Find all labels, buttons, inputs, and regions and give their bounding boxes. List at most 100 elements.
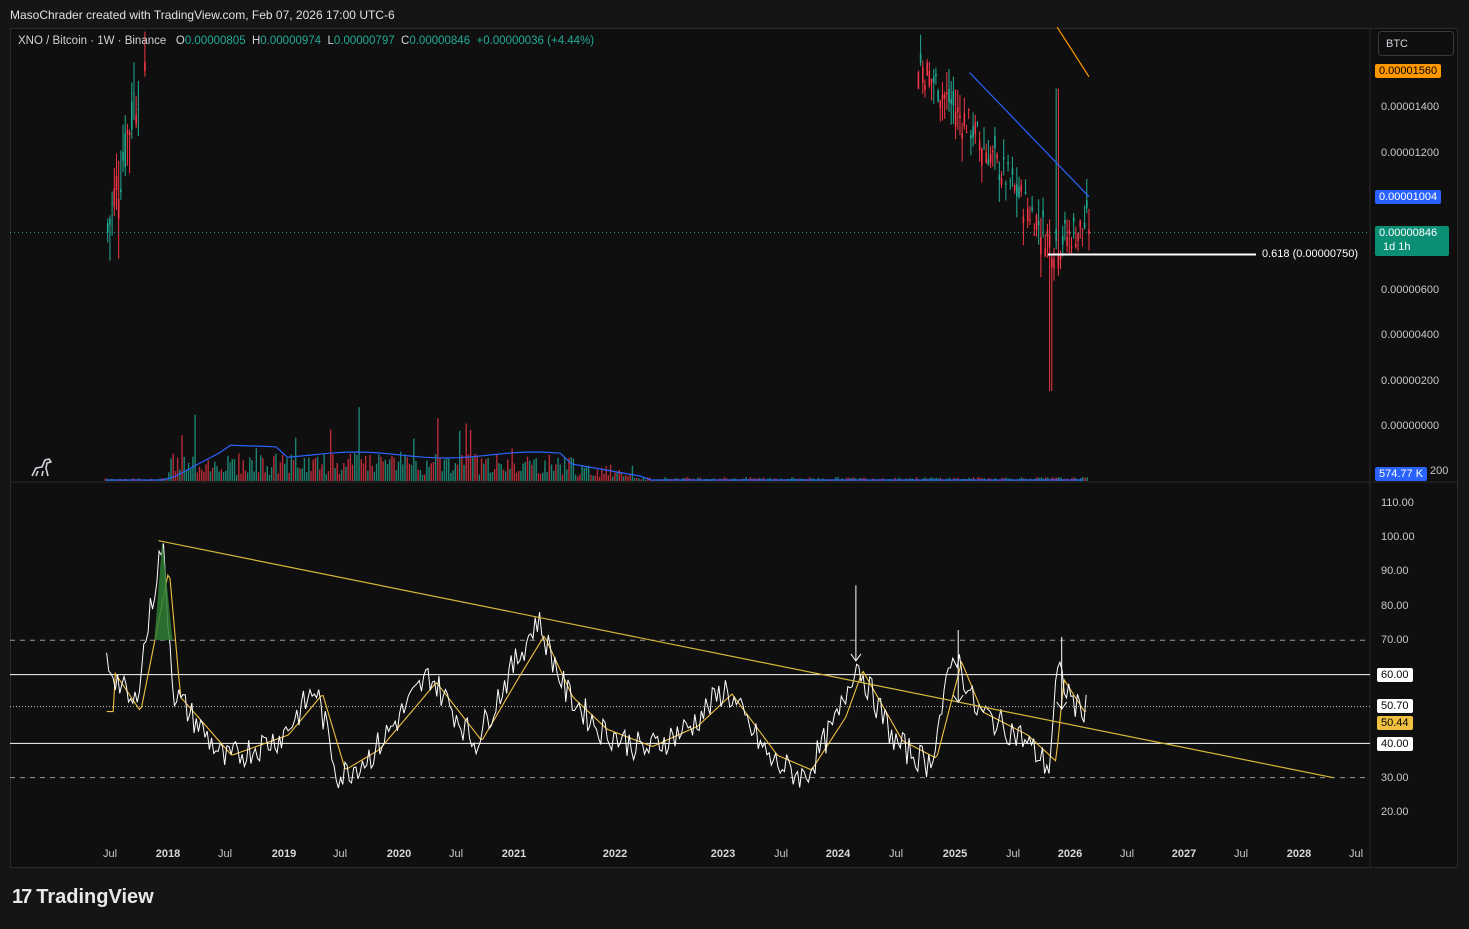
volume-bar <box>294 437 297 481</box>
volume-bar <box>198 466 201 481</box>
price-candle-body <box>976 122 979 124</box>
volume-bar <box>354 453 356 481</box>
volume-bar <box>275 453 277 481</box>
close-value: 0.00000846 <box>409 35 471 47</box>
volume-bar <box>452 470 454 481</box>
volume-bar <box>603 473 605 481</box>
volume-bar <box>207 459 209 481</box>
price-candle-body <box>950 99 953 104</box>
price-candle-body <box>967 109 970 111</box>
symbol-legend[interactable]: XNO / Bitcoin · 1W · Binance O0.00000805… <box>18 35 594 47</box>
rsi-ma-tag: 50.44 <box>1377 716 1413 730</box>
volume-bar <box>384 459 387 481</box>
price-candle-body <box>1018 186 1020 197</box>
time-axis-label: 2018 <box>155 848 181 860</box>
fib-level-label[interactable]: 0.618 (0.00000750) <box>1262 248 1358 260</box>
osc-axis-label: 80.00 <box>1381 600 1409 612</box>
price-candle-body <box>1046 230 1049 237</box>
osc-axis-label: 90.00 <box>1381 565 1409 577</box>
price-candle-body <box>111 203 113 205</box>
volume-bar <box>629 474 631 481</box>
currency-button[interactable]: BTC <box>1378 31 1454 56</box>
price-candle-body <box>961 133 963 140</box>
volume-bar <box>539 473 542 481</box>
volume-bar <box>640 479 642 481</box>
rsi-line <box>106 543 1087 789</box>
volume-bar <box>592 475 594 481</box>
volume-bar <box>463 464 465 481</box>
volume-bar <box>181 435 183 481</box>
dinosaur-icon[interactable] <box>28 454 54 480</box>
price-candle-body <box>954 111 957 127</box>
price-candle-body <box>1033 233 1036 236</box>
price-candle-body <box>115 176 118 191</box>
tradingview-logo[interactable]: 17 TradingView <box>12 886 154 909</box>
volume-bar <box>371 465 373 481</box>
band-upper-tag: 60.00 <box>1377 668 1413 682</box>
osc-axis-label: 30.00 <box>1381 772 1409 784</box>
price-candle-body <box>113 188 116 207</box>
volume-bar <box>487 457 489 481</box>
volume-bar <box>642 477 645 481</box>
time-axis-label: Jul <box>217 848 233 860</box>
ma-orange-tag: 0.00001560 <box>1375 64 1442 78</box>
volume-bar <box>351 464 354 481</box>
volume-bar <box>360 459 362 481</box>
volume-bar <box>631 465 634 481</box>
volume-bar <box>194 414 196 481</box>
volume-bar <box>220 469 223 481</box>
price-candle-body <box>1020 184 1022 192</box>
volume-bar <box>450 472 452 481</box>
price-candle-body <box>1057 255 1060 269</box>
volume-bar <box>316 456 319 481</box>
price-candle-body <box>1066 236 1068 247</box>
time-axis-label: Jul <box>1119 848 1135 860</box>
volume-bar <box>485 459 487 481</box>
volume-bar <box>548 454 551 481</box>
volume-bar <box>437 418 439 481</box>
time-axis-label: 2025 <box>942 848 968 860</box>
price-candle-body <box>1050 257 1053 268</box>
volume-bar <box>397 461 400 481</box>
price-candle-body <box>987 159 990 166</box>
price-candle-body <box>1077 232 1079 242</box>
volume-bar <box>445 458 448 481</box>
volume-bar <box>211 467 214 481</box>
volume-bar <box>483 463 485 481</box>
price-axis-label: 0.00001400 <box>1381 101 1440 113</box>
volume-bar <box>544 460 546 481</box>
volume-bar <box>345 466 347 481</box>
volume-bar <box>391 455 393 481</box>
volume-bar <box>528 460 531 481</box>
volume-bar <box>415 461 417 481</box>
volume-bar <box>1084 477 1086 481</box>
price-candle-body <box>952 91 955 106</box>
osc-axis-label: 70.00 <box>1381 634 1409 646</box>
price-candle-body <box>926 62 928 76</box>
volume-bar <box>515 472 518 481</box>
volume-bar <box>229 462 231 481</box>
volume-bar <box>375 463 378 481</box>
volume-bar <box>633 477 636 481</box>
volume-bar <box>618 469 621 481</box>
symbol-name[interactable]: XNO / Bitcoin · 1W · Binance <box>18 35 166 47</box>
volume-bar <box>587 465 590 481</box>
volume-bar <box>413 438 415 481</box>
price-candle-body <box>1083 222 1086 228</box>
volume-bar <box>262 458 264 481</box>
chart-canvas[interactable] <box>0 0 1469 929</box>
volume-bar <box>609 464 612 481</box>
time-axis-label: Jul <box>773 848 789 860</box>
volume-bar <box>605 466 607 481</box>
volume-bar <box>533 459 535 481</box>
price-candle-body <box>1048 234 1051 248</box>
price-candle-body <box>1070 246 1073 249</box>
volume-bar <box>235 474 238 481</box>
price-axis-label: 0.00000600 <box>1381 284 1440 296</box>
volume-axis-label: 200 <box>1430 465 1449 477</box>
price-candle-body <box>928 71 931 86</box>
open-value: 0.00000805 <box>184 35 246 47</box>
price-candle-body <box>1072 217 1075 223</box>
volume-bar <box>192 456 194 481</box>
volume-bar <box>399 451 402 481</box>
